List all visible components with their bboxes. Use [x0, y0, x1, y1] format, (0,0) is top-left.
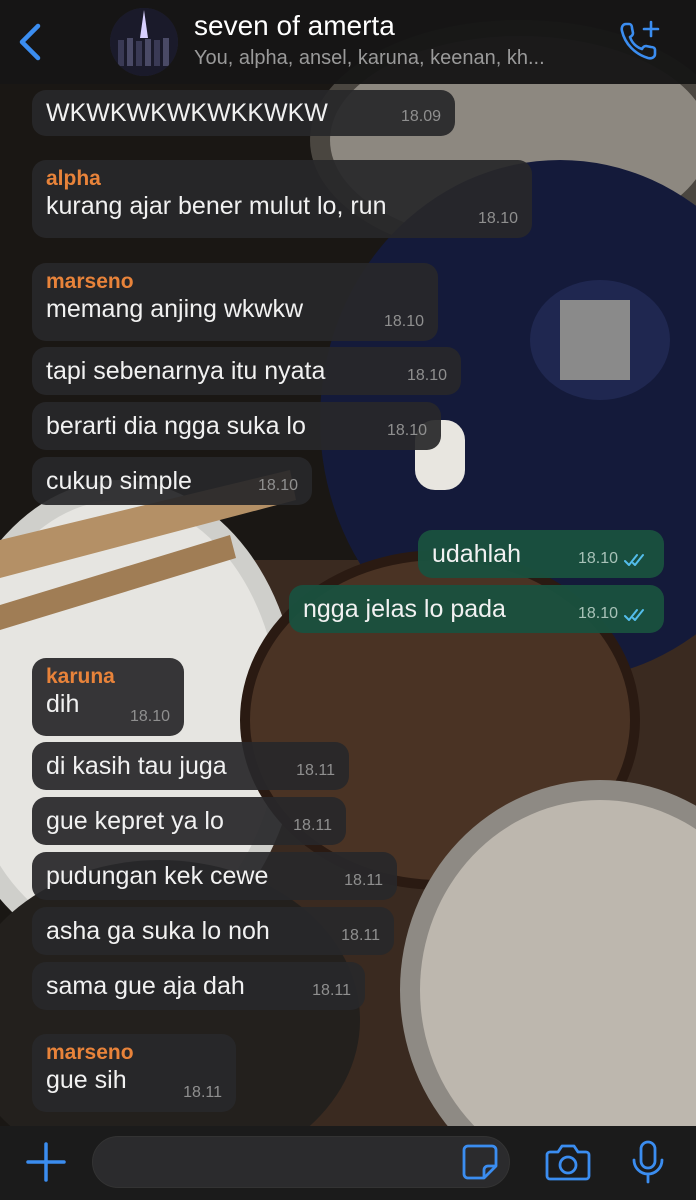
message-text: di kasih tau juga	[46, 752, 227, 780]
message-text: memang anjing wkwkw	[46, 295, 304, 323]
microphone-icon[interactable]	[626, 1138, 670, 1186]
message-bubble-outgoing[interactable]: udahlah 18.10	[418, 530, 664, 578]
message-time: 18.10	[383, 313, 424, 330]
message-bubble[interactable]: tapi sebenarnya itu nyata 18.10	[32, 347, 461, 395]
message-bubble[interactable]: sama gue aja dah 18.11	[32, 962, 365, 1010]
participants-list[interactable]: You, alpha, ansel, karuna, keenan, kh...	[194, 47, 604, 70]
message-time: 18.10	[129, 708, 170, 725]
sticker-icon[interactable]	[460, 1142, 500, 1182]
read-receipt-icon	[624, 554, 644, 566]
message-bubble[interactable]: marseno memang anjing wkwkw 18.10	[32, 263, 438, 341]
message-time: 18.10	[577, 550, 618, 567]
message-time: 18.10	[386, 422, 427, 439]
read-receipt-icon	[624, 609, 644, 621]
message-time: 18.11	[296, 762, 335, 779]
message-text: dih	[46, 690, 80, 718]
chat-title[interactable]: seven of amerta	[194, 10, 395, 42]
message-text: pudungan kek cewe	[46, 862, 269, 890]
message-text: ngga jelas lo pada	[303, 595, 506, 623]
message-bubble[interactable]: WKWKWKWKWKKWKW 18.09	[32, 90, 455, 136]
message-time: 18.11	[312, 982, 351, 999]
plus-icon[interactable]	[24, 1140, 68, 1184]
message-text: sama gue aja dah	[46, 972, 245, 1000]
message-text: gue kepret ya lo	[46, 807, 224, 835]
message-bubble[interactable]: karuna dih 18.10	[32, 658, 184, 736]
message-bubble-outgoing[interactable]: ngga jelas lo pada 18.10	[289, 585, 664, 633]
message-time: 18.10	[477, 210, 518, 227]
message-time: 18.11	[341, 927, 380, 944]
message-bubble[interactable]: pudungan kek cewe 18.11	[32, 852, 397, 900]
chevron-left-icon[interactable]	[12, 18, 48, 66]
message-bubble[interactable]: cukup simple 18.10	[32, 457, 312, 505]
message-text: udahlah	[432, 540, 521, 568]
message-time: 18.10	[577, 605, 618, 622]
message-time: 18.11	[344, 872, 383, 889]
message-bubble[interactable]: berarti dia ngga suka lo 18.10	[32, 402, 441, 450]
sender-name[interactable]: marseno	[46, 1034, 222, 1065]
message-text: berarti dia ngga suka lo	[46, 412, 306, 440]
camera-icon[interactable]	[544, 1140, 592, 1184]
message-bubble[interactable]: gue kepret ya lo 18.11	[32, 797, 346, 845]
sender-name[interactable]: karuna	[46, 658, 170, 689]
message-time: 18.10	[257, 477, 298, 494]
message-bubble[interactable]: asha ga suka lo noh 18.11	[32, 907, 394, 955]
message-list[interactable]: WKWKWKWKWKKWKW 18.09 alpha kurang ajar b…	[0, 84, 696, 1126]
chat-header: seven of amerta You, alpha, ansel, karun…	[0, 0, 696, 84]
message-time: 18.10	[406, 367, 447, 384]
sender-name[interactable]: marseno	[46, 263, 424, 294]
message-text: WKWKWKWKWKKWKW	[46, 99, 328, 127]
message-text: asha ga suka lo noh	[46, 917, 270, 945]
message-time: 18.11	[183, 1084, 222, 1101]
message-text: cukup simple	[46, 467, 192, 495]
message-time: 18.09	[400, 108, 441, 125]
message-bubble[interactable]: alpha kurang ajar bener mulut lo, run 18…	[32, 160, 532, 238]
message-bubble[interactable]: marseno gue sih 18.11	[32, 1034, 236, 1112]
group-avatar[interactable]	[110, 8, 178, 76]
message-text: gue sih	[46, 1066, 127, 1094]
message-input[interactable]	[92, 1136, 510, 1188]
message-text: kurang ajar bener mulut lo, run	[46, 192, 387, 220]
message-text: tapi sebenarnya itu nyata	[46, 357, 326, 385]
message-time: 18.11	[293, 817, 332, 834]
sender-name[interactable]: alpha	[46, 160, 518, 191]
phone-add-icon[interactable]	[618, 18, 662, 62]
message-bubble[interactable]: di kasih tau juga 18.11	[32, 742, 349, 790]
composer-bar	[0, 1126, 696, 1200]
